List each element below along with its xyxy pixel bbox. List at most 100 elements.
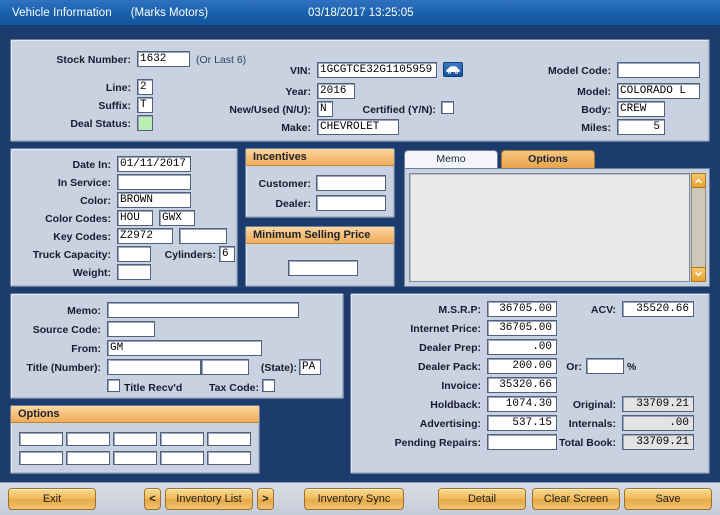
deal-status-input[interactable] [137,115,153,131]
stock-number-input[interactable]: 1632 [137,51,190,67]
original-value: 33709.21 [622,396,694,412]
body-label: Body: [581,104,611,116]
next-button[interactable]: > [257,488,274,510]
incentives-dealer-label: Dealer: [275,198,311,210]
car-icon[interactable] [443,62,463,77]
vin-input[interactable]: 1GCGTCE32G1105959 [317,62,437,78]
year-input[interactable]: 2016 [317,83,355,99]
minimum-selling-price-input[interactable] [288,260,358,276]
line-label: Line: [105,82,131,94]
from-input[interactable]: GM [107,340,262,356]
option-cell[interactable] [19,451,63,465]
option-cell[interactable] [113,451,157,465]
option-cell[interactable] [66,451,110,465]
color-input[interactable]: BROWN [117,192,191,208]
inventory-list-button[interactable]: Inventory List [165,488,253,510]
clear-screen-button[interactable]: Clear Screen [532,488,620,510]
weight-input[interactable] [117,264,151,280]
memo-input[interactable] [107,302,299,318]
options-grid-header: Options [11,406,259,423]
date-in-input[interactable]: 01/11/2017 [117,156,191,172]
memo-title-panel: Memo: Source Code: From: GM Title (Numbe… [10,293,344,399]
options-listbox[interactable] [409,173,690,282]
or-label: Or: [566,361,582,373]
window-title: Vehicle Information [12,6,112,19]
dealer-pack-input[interactable]: 200.00 [487,358,557,374]
option-cell[interactable] [19,432,63,446]
incentives-panel: Incentives Customer: Dealer: [245,148,395,218]
truck-capacity-input[interactable] [117,246,151,262]
pending-repairs-label: Pending Repairs: [394,437,481,449]
from-label: From: [71,343,101,355]
exit-button[interactable]: Exit [8,488,96,510]
key-codes-label: Key Codes: [53,231,111,243]
scroll-down-icon[interactable] [691,267,706,282]
title-number-input[interactable] [107,359,201,375]
model-label: Model: [577,86,611,98]
internals-label: Internals: [568,418,616,430]
dealer-name: (Marks Motors) [130,6,209,19]
stock-number-label: Stock Number: [56,54,131,66]
dealer-prep-input[interactable]: .00 [487,339,557,355]
scroll-up-icon[interactable] [691,173,706,188]
miles-input[interactable]: 5 [617,119,665,135]
in-service-input[interactable] [117,174,191,190]
certified-label: Certified (Y/N): [362,104,437,116]
state-label: (State): [260,362,297,374]
option-cell[interactable] [207,432,251,446]
option-cell[interactable] [113,432,157,446]
or-percent-input[interactable] [586,358,624,374]
incentives-customer-input[interactable] [316,175,386,191]
certified-checkbox[interactable] [441,101,454,114]
model-input[interactable]: COLORADO L [617,83,700,99]
advertising-label: Advertising: [419,418,481,430]
bottom-button-bar: Exit < Inventory List > Inventory Sync D… [0,482,720,515]
color-codes-label: Color Codes: [45,213,111,225]
year-label: Year: [285,86,311,98]
suffix-label: Suffix: [98,100,131,112]
invoice-input[interactable]: 35320.66 [487,377,557,393]
cylinders-input[interactable]: 6 [219,246,235,262]
internet-price-input[interactable]: 36705.00 [487,320,557,336]
msrp-input[interactable]: 36705.00 [487,301,557,317]
key-code-1-input[interactable]: Z2972 [117,228,173,244]
line-input[interactable]: 2 [137,79,153,95]
tab-options[interactable]: Options [501,150,595,168]
detail-button[interactable]: Detail [438,488,526,510]
option-cell[interactable] [160,432,204,446]
inventory-sync-button[interactable]: Inventory Sync [304,488,404,510]
make-label: Make: [281,122,311,134]
title-received-checkbox[interactable] [107,379,120,392]
state-input[interactable]: PA [299,359,321,375]
incentives-customer-label: Customer: [258,178,311,190]
tab-strip: Memo Options [404,150,710,168]
total-book-label: Total Book: [559,437,616,449]
new-used-input[interactable]: N [317,101,333,117]
body-input[interactable]: CREW [617,101,665,117]
options-scrollbar[interactable] [691,173,706,282]
tax-code-checkbox[interactable] [262,379,275,392]
pricing-panel: M.S.R.P: 36705.00 ACV: 35520.66 Internet… [350,293,710,474]
option-cell[interactable] [207,451,251,465]
internet-price-label: Internet Price: [410,323,481,335]
tab-memo[interactable]: Memo [404,150,498,168]
source-code-input[interactable] [107,321,155,337]
option-cell[interactable] [160,451,204,465]
color-code-2-input[interactable]: GWX [159,210,195,226]
acv-input[interactable]: 35520.66 [622,301,694,317]
incentives-dealer-input[interactable] [316,195,386,211]
model-code-input[interactable] [617,62,700,78]
suffix-input[interactable]: T [137,97,153,113]
cylinders-label: Cylinders: [164,249,216,261]
option-cell[interactable] [66,432,110,446]
incentives-header: Incentives [246,149,394,166]
source-code-label: Source Code: [32,324,101,336]
save-button[interactable]: Save [624,488,712,510]
dealer-prep-label: Dealer Prep: [419,342,481,354]
msrp-label: M.S.R.P: [438,304,481,316]
previous-button[interactable]: < [144,488,161,510]
title-number-input-2[interactable] [201,359,249,375]
key-code-2-input[interactable] [179,228,227,244]
color-code-1-input[interactable]: HOU [117,210,153,226]
make-input[interactable]: CHEVROLET [317,119,399,135]
